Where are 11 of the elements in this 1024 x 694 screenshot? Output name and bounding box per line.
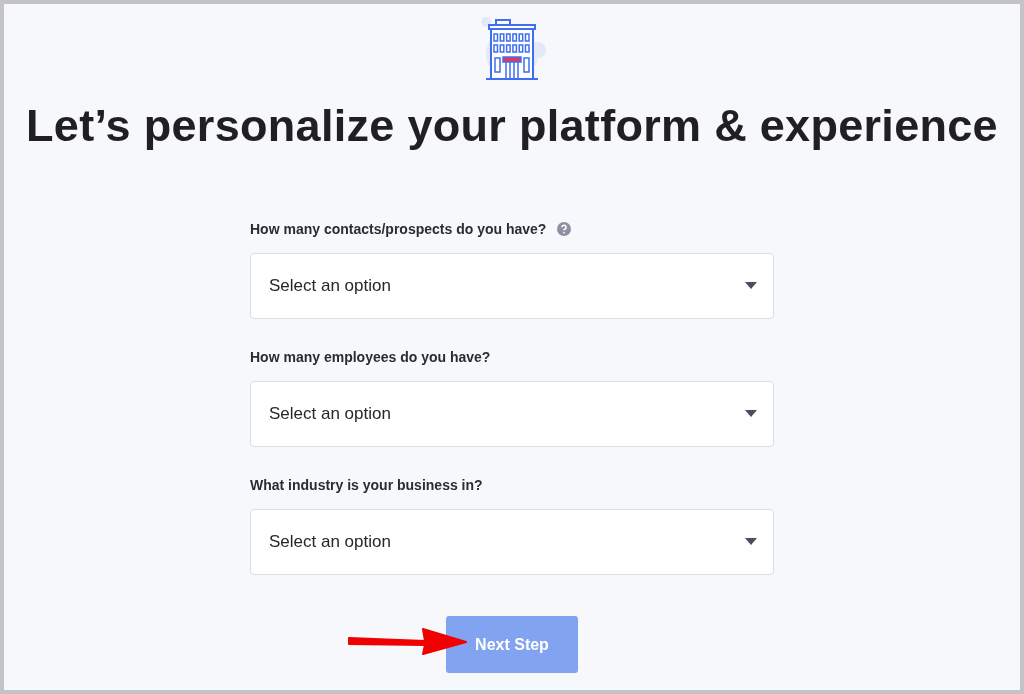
page-heading: Let’s personalize your platform & experience bbox=[26, 100, 998, 152]
caret-icon bbox=[745, 538, 757, 546]
question-label: How many employees do you have? bbox=[250, 347, 491, 367]
help-icon[interactable] bbox=[557, 222, 572, 236]
caret-icon bbox=[745, 410, 757, 418]
caret-icon bbox=[745, 282, 757, 290]
select-dropdown[interactable]: Select an option bbox=[250, 381, 774, 447]
select-dropdown[interactable]: Select an option bbox=[250, 253, 774, 319]
select-dropdown[interactable]: Select an option bbox=[250, 509, 774, 575]
question-label: What industry is your business in? bbox=[250, 475, 483, 495]
question-label: How many contacts/prospects do you have? bbox=[250, 219, 547, 239]
